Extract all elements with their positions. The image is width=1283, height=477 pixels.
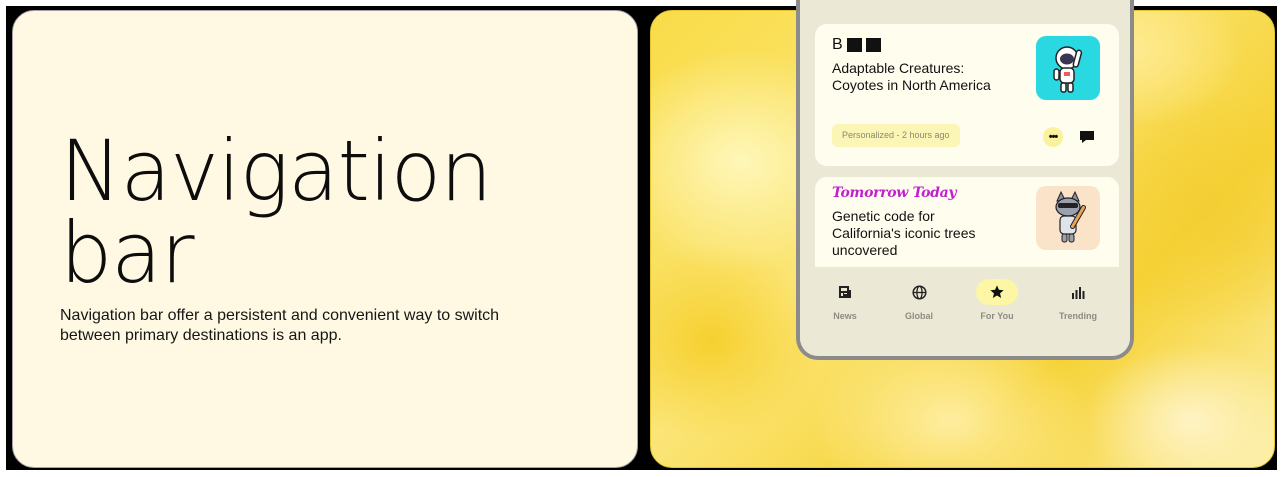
star-icon xyxy=(976,279,1018,305)
news-headline[interactable]: Adaptable Creatures: Coyotes in North Am… xyxy=(832,60,1002,94)
ellipsis-icon[interactable]: ••• xyxy=(1043,127,1063,147)
logo-block-icon xyxy=(846,38,862,52)
comment-icon[interactable] xyxy=(1077,127,1097,147)
nav-item-for-you[interactable]: For You xyxy=(962,279,1032,321)
nav-item-global[interactable]: Global xyxy=(884,279,954,321)
nav-label: Global xyxy=(904,311,933,321)
news-headline[interactable]: Genetic code for California's iconic tre… xyxy=(832,208,1002,259)
newspaper-icon xyxy=(824,279,866,305)
page-title: Navigation bar xyxy=(60,122,570,302)
astronaut-thumbnail[interactable] xyxy=(1036,36,1100,100)
nav-label: For You xyxy=(980,311,1014,321)
news-card[interactable]: B Adaptable Creatures: Coyotes in North … xyxy=(815,24,1119,166)
phone-mockup: B Adaptable Creatures: Coyotes in North … xyxy=(796,0,1134,360)
cat-thumbnail[interactable] xyxy=(1036,186,1100,250)
source-name: B xyxy=(832,36,843,53)
news-card[interactable]: Tomorrow Today Genetic code for Californ… xyxy=(815,177,1119,267)
trending-bars-icon xyxy=(1057,279,1099,305)
news-source: B xyxy=(832,36,881,54)
globe-icon xyxy=(898,279,940,305)
meta-chip: Personalized - 2 hours ago xyxy=(832,124,960,147)
nav-item-news[interactable]: News xyxy=(810,279,880,321)
nav-label: Trending xyxy=(1059,311,1097,321)
news-source: Tomorrow Today xyxy=(832,185,957,201)
title-line-1: Navigation xyxy=(60,122,492,220)
title-line-2: bar xyxy=(60,204,195,302)
navigation-bar: News Global For You Trending xyxy=(800,267,1130,356)
description-text: Navigation bar offer a persistent and co… xyxy=(60,307,500,344)
nav-item-trending[interactable]: Trending xyxy=(1043,279,1113,321)
logo-block-icon xyxy=(865,38,881,52)
nav-label: News xyxy=(833,311,857,321)
